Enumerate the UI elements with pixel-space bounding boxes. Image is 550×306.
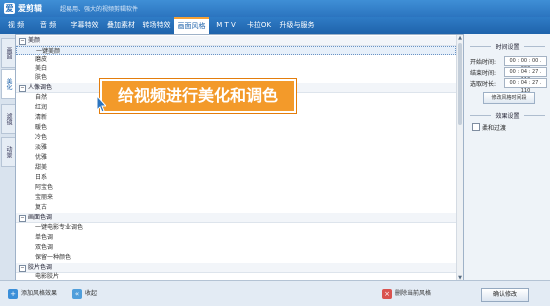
scroll-thumb[interactable] (458, 43, 462, 125)
list-item[interactable]: 保留一种颜色 (16, 253, 456, 262)
list-item-one-key-beauty[interactable]: 一键美颜 (16, 46, 456, 55)
list-item[interactable]: 单色调 (16, 233, 456, 242)
group-title: 美颜 (28, 37, 41, 44)
app-logo-icon: 爱 (4, 3, 15, 14)
delete-icon: × (382, 288, 392, 299)
add-icon: + (8, 288, 18, 299)
collapse-icon[interactable]: − (19, 215, 26, 222)
modify-style-time-button[interactable]: 修改风格时间段 (483, 92, 535, 104)
duration-input[interactable]: 00 : 04 : 27 . 110 (504, 78, 547, 94)
effect-settings-title: 效果设置 (464, 111, 550, 120)
tab-upgrade-service[interactable]: 升级与服务 (276, 17, 318, 34)
list-item[interactable]: 双色调 (16, 243, 456, 252)
main-menu-bar: 视 频 音 频 字幕特效 叠加素材 转场特效 画面风格 M T V 卡拉OK 升… (0, 17, 550, 34)
settings-panel: 时间设置 开始时间: 00 : 00 : 00 . 000 结束时间: 00 :… (463, 34, 550, 280)
feature-callout: 给视频进行美化和调色 (100, 79, 296, 113)
side-tab-beautify[interactable]: 美化 (1, 69, 16, 99)
side-tab-picture[interactable]: 画面 (1, 38, 16, 68)
list-item[interactable]: 淡雅 (16, 143, 456, 152)
start-time-label: 开始时间: (470, 59, 497, 66)
start-time-input[interactable]: 00 : 00 : 00 . 000 (504, 56, 547, 72)
collapse-icon[interactable]: − (19, 265, 26, 272)
bottom-toolbar: + 添加风格效果 «收起 × 删除当前风格 确认修改 (0, 280, 550, 306)
collapse-icon[interactable]: − (19, 38, 26, 45)
duration-label: 选取时长: (470, 81, 497, 88)
app-name: 爱剪辑 (18, 4, 42, 13)
tab-karaoke[interactable]: 卡拉OK (242, 17, 276, 34)
add-style-effect-button[interactable]: + 添加风格效果 (8, 288, 57, 299)
list-item[interactable]: 日系 (16, 173, 456, 182)
group-title: 画面色调 (28, 214, 53, 221)
list-item[interactable]: 暖色 (16, 123, 456, 132)
end-time-label: 结束时间: (470, 70, 497, 77)
soft-transition-checkbox[interactable] (472, 123, 480, 131)
app-slogan: 超易用、强大的视频剪辑软件 (60, 6, 139, 13)
group-title: 人像调色 (28, 84, 53, 91)
list-item[interactable]: 冷色 (16, 133, 456, 142)
list-item[interactable]: 一键电影专业调色 (16, 223, 456, 232)
side-tab-filter[interactable]: 滤镜 (1, 104, 16, 134)
group-picture-tone[interactable]: − 画面色调 (16, 213, 456, 223)
tab-mtv[interactable]: M T V (210, 17, 242, 34)
style-list-panel: − 美颜 一键美颜 磨皮 美白 肤色 − 人像调色 自然 红润 清新 暖色 冷色… (15, 34, 464, 282)
group-beauty[interactable]: − 美颜 (16, 36, 456, 46)
style-category-sidebar: 画面 美化 滤镜 动景 (0, 34, 16, 305)
title-bar: 爱 爱剪辑 超易用、强大的视频剪辑软件 (0, 0, 550, 17)
list-item[interactable]: 美白 (16, 64, 456, 73)
list-item[interactable]: 清新 (16, 113, 456, 122)
side-tab-motion[interactable]: 动景 (1, 137, 16, 167)
collapse-arrow-icon: « (72, 288, 82, 299)
tab-picture-style[interactable]: 画面风格 (174, 17, 209, 34)
tab-overlay-materials[interactable]: 叠加素材 (103, 17, 139, 34)
tab-audio[interactable]: 音 频 (30, 17, 66, 34)
list-item[interactable]: 磨皮 (16, 55, 456, 64)
group-title: 胶片色调 (28, 264, 53, 271)
collapse-icon[interactable]: − (19, 85, 26, 92)
delete-style-button[interactable]: × 删除当前风格 (382, 288, 431, 299)
confirm-modify-button[interactable]: 确认修改 (481, 288, 529, 302)
collapse-button[interactable]: «收起 (72, 288, 97, 299)
soft-transition-label: 柔和过渡 (482, 125, 507, 132)
list-item[interactable]: 阿宝色 (16, 183, 456, 192)
tab-subtitle-effects[interactable]: 字幕特效 (66, 17, 103, 34)
end-time-input[interactable]: 00 : 04 : 27 . 110 (504, 67, 547, 83)
list-item[interactable]: 复古 (16, 203, 456, 212)
time-settings-title: 时间设置 (464, 42, 550, 51)
list-item[interactable]: 宝丽来 (16, 193, 456, 202)
cursor-icon (96, 95, 106, 113)
list-item[interactable]: 优雅 (16, 153, 456, 162)
list-item[interactable]: 甜美 (16, 163, 456, 172)
tab-transition-effects[interactable]: 转场特效 (139, 17, 174, 34)
tab-video[interactable]: 视 频 (2, 17, 30, 34)
list-scrollbar[interactable]: ▲ ▼ (456, 35, 463, 281)
